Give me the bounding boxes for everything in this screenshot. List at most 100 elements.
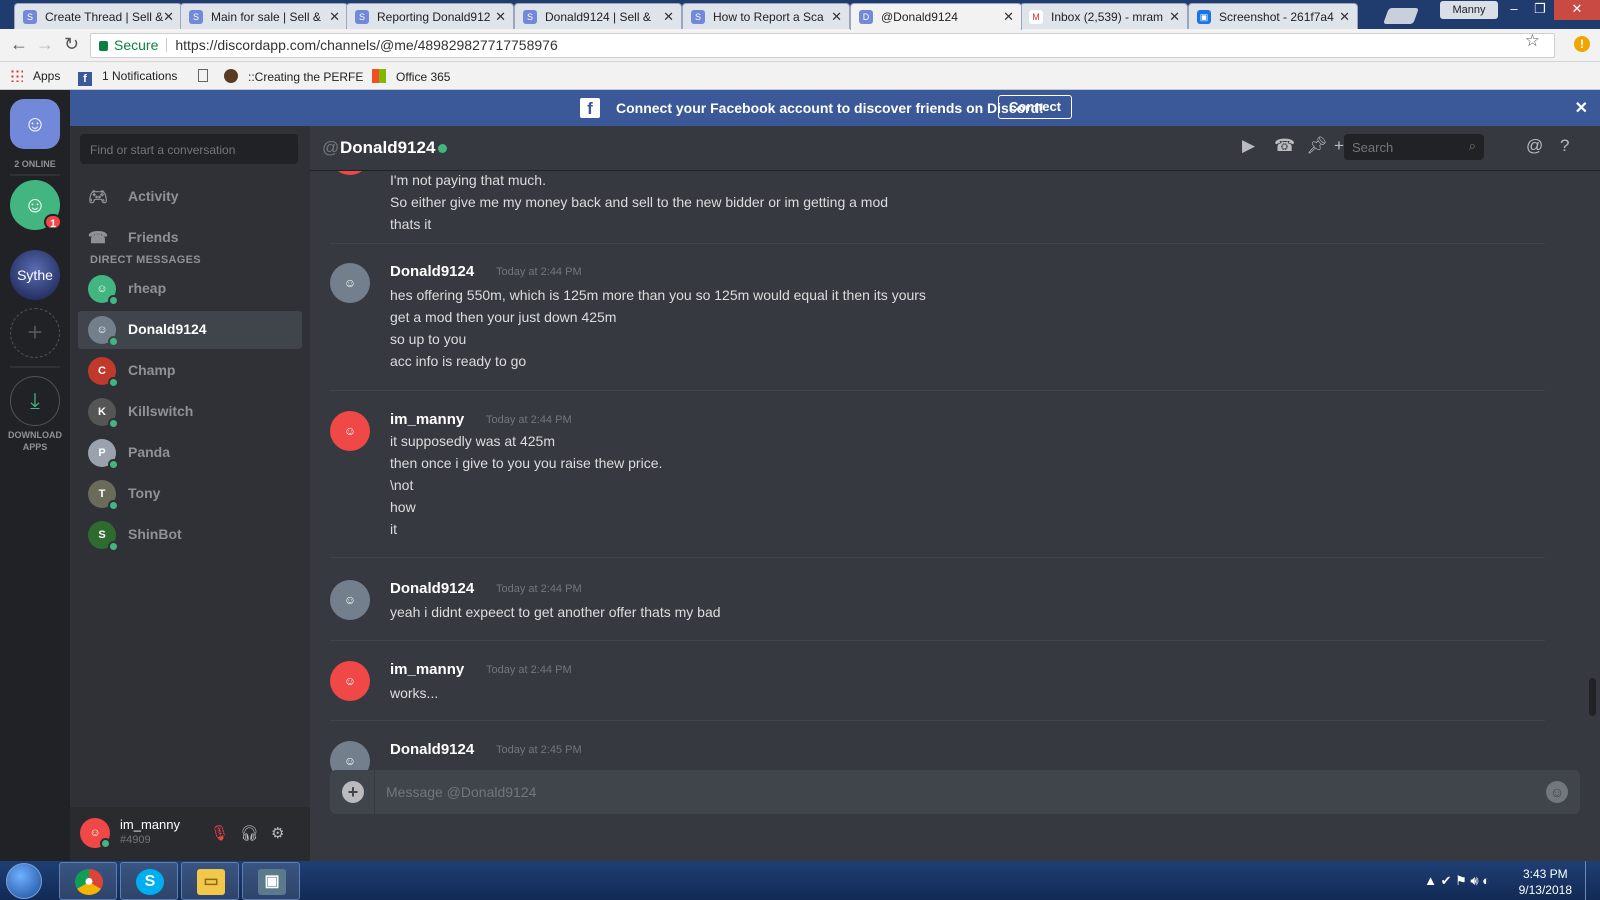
mentions-icon[interactable]: @	[1526, 136, 1543, 156]
search-input[interactable]: Search ⌕	[1344, 134, 1484, 160]
message-text: thats it	[390, 216, 432, 232]
search-placeholder: Search	[1352, 140, 1394, 155]
close-icon[interactable]: ✕	[1575, 98, 1588, 118]
close-icon[interactable]: ✕	[831, 9, 842, 25]
bookmark-label: Office 365	[396, 70, 451, 84]
bookmark-creating[interactable]: ::Creating the PERFE	[224, 69, 363, 84]
dm-panel: Find or start a conversation 🎮︎ Activity …	[70, 126, 310, 861]
browser-tab[interactable]: S Create Thread | Sell & ✕	[14, 3, 182, 29]
upload-plus-icon[interactable]: +	[342, 781, 364, 803]
close-icon[interactable]: ✕	[495, 9, 506, 25]
browser-tab-active[interactable]: D @Donald9124 ✕	[850, 3, 1022, 30]
add-friend-icon[interactable]: +	[1334, 136, 1344, 156]
search-icon: ⌕	[1468, 138, 1476, 153]
username: im_manny	[120, 817, 180, 832]
browser-tab[interactable]: S Reporting Donald912 ✕	[346, 3, 514, 29]
avatar[interactable]: ☺	[330, 741, 370, 771]
connect-button[interactable]: Connect	[998, 95, 1072, 119]
chat-title: Donald9124	[340, 138, 436, 157]
facebook-icon: f	[78, 72, 92, 86]
browser-tab[interactable]: ▣ Screenshot - 261f7a4 ✕	[1188, 3, 1358, 29]
home-button[interactable]: ☺	[10, 99, 60, 149]
message-author[interactable]: Donald9124	[390, 580, 474, 597]
server-sythe[interactable]: Sythe	[10, 250, 60, 300]
system-tray[interactable]: ▲ ✔ ⚑ 🔊︎ ◐	[1424, 873, 1490, 889]
taskbar-app[interactable]: ▣	[242, 862, 300, 900]
help-icon[interactable]: ?	[1560, 136, 1569, 156]
online-status-dot	[108, 336, 119, 347]
clock[interactable]: 3:43 PM 9/13/2018	[1519, 866, 1572, 898]
close-icon[interactable]: ✕	[329, 9, 340, 25]
message-text: I'm not paying that much.	[390, 172, 546, 188]
browser-tab[interactable]: M Inbox (2,539) - mram ✕	[1020, 3, 1188, 29]
profile-chip[interactable]: Manny	[1440, 1, 1498, 19]
avatar[interactable]: ☺	[330, 580, 370, 620]
message-composer[interactable]: + Message @Donald9124 ☺	[330, 770, 1580, 814]
forward-icon[interactable]: →	[36, 34, 54, 55]
dm-item-champ[interactable]: C Champ	[78, 352, 302, 390]
avatar[interactable]: ☺	[330, 411, 370, 451]
dm-item-panda[interactable]: P Panda	[78, 434, 302, 472]
browser-tab[interactable]: S How to Report a Sca ✕	[682, 3, 850, 29]
bookmark-star-icon[interactable]: ☆	[1525, 31, 1540, 51]
reload-icon[interactable]: ↻	[64, 34, 79, 55]
taskbar-chrome[interactable]: ●	[59, 862, 117, 900]
warning-icon[interactable]: !	[1574, 36, 1590, 52]
maximize-icon[interactable]: ❐	[1526, 0, 1554, 20]
nav-activity[interactable]: 🎮︎ Activity	[78, 177, 302, 215]
close-icon[interactable]: ✕	[1003, 9, 1014, 25]
dm-item-killswitch[interactable]: K Killswitch	[78, 393, 302, 431]
close-icon[interactable]: ✕	[663, 9, 674, 25]
browser-tab[interactable]: S Donald9124 | Sell & ✕	[514, 3, 682, 29]
message-author[interactable]: Donald9124	[390, 263, 474, 280]
scrollbar[interactable]	[1589, 678, 1596, 716]
close-icon[interactable]: ✕	[1169, 9, 1180, 25]
dm-item-tony[interactable]: T Tony	[78, 475, 302, 513]
message-input[interactable]: Message @Donald9124	[386, 784, 536, 800]
gear-icon[interactable]: ⚙	[271, 824, 284, 842]
nav-friends[interactable]: ☎ Friends	[78, 218, 302, 256]
dm-item-shinbot[interactable]: S ShinBot	[78, 516, 302, 554]
avatar[interactable]: ☺	[330, 263, 370, 303]
video-call-icon[interactable]: ▶	[1242, 136, 1255, 156]
browser-tab[interactable]: S Main for sale | Sell & ✕	[180, 3, 348, 29]
taskbar-explorer[interactable]: ▭	[181, 862, 239, 900]
bookmark-office[interactable]: Office 365	[372, 69, 450, 84]
dm-item-donald9124[interactable]: ☺ Donald9124	[78, 311, 302, 349]
taskbar-skype[interactable]: S	[120, 862, 178, 900]
message-author[interactable]: Donald9124	[390, 741, 474, 758]
url-input[interactable]: Secure https://discordapp.com/channels/@m…	[90, 33, 1555, 58]
download-apps-button[interactable]: ⤓	[10, 376, 60, 426]
message-author[interactable]: im_manny	[390, 661, 464, 678]
chat-header: @ Donald9124 ▶ ☎ 📌︎ + Search ⌕ @ ?	[310, 126, 1600, 171]
new-tab-button[interactable]	[1383, 8, 1419, 24]
online-status-dot	[438, 144, 447, 153]
tab-title: Reporting Donald912	[377, 10, 491, 24]
back-icon[interactable]: ←	[10, 34, 28, 55]
message-author[interactable]: im_manny	[390, 411, 464, 428]
close-icon[interactable]: ✕	[1339, 9, 1350, 25]
pin-icon[interactable]: 📌︎	[1306, 136, 1328, 156]
find-conversation-input[interactable]: Find or start a conversation	[80, 134, 298, 164]
avatar[interactable]: ☺	[330, 171, 370, 175]
window-close-icon[interactable]: ✕	[1554, 0, 1600, 20]
emoji-icon[interactable]: ☺	[1546, 781, 1568, 803]
show-desktop-button[interactable]	[1585, 861, 1600, 900]
minimize-icon[interactable]: –	[1500, 0, 1528, 20]
message-group: ☺ Donald9124 Today at 2:44 PM hes offeri…	[330, 263, 1545, 391]
bookmark-page[interactable]	[198, 69, 208, 83]
close-icon[interactable]: ✕	[163, 9, 174, 25]
message-text: yeah i didnt expeect to get another offe…	[390, 604, 721, 620]
bookmark-notifications[interactable]: f 1 Notifications	[78, 69, 177, 86]
mute-microphone-icon[interactable]: 🎙︎	[210, 824, 229, 842]
voice-call-icon[interactable]: ☎	[1274, 136, 1295, 156]
dm-item-rheap[interactable]: ☺ rheap	[78, 270, 302, 308]
bookmark-apps[interactable]: Apps	[10, 69, 60, 83]
chrome-icon: ●	[75, 869, 103, 895]
dm-name: Killswitch	[128, 403, 194, 419]
add-server-button[interactable]: +	[10, 308, 60, 358]
headphones-icon[interactable]: 🎧︎	[240, 824, 259, 842]
start-button[interactable]	[6, 863, 42, 899]
avatar[interactable]: ☺	[330, 661, 370, 701]
secure-label: Secure	[114, 37, 159, 53]
